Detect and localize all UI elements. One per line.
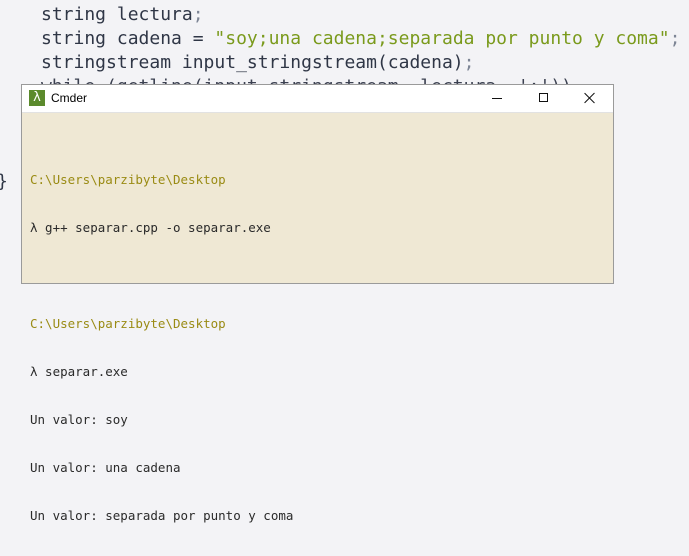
code-keyword: string	[41, 28, 107, 49]
code-closing-brace: }	[0, 170, 8, 194]
code-line-3: stringstream input_stringstream(cadena);	[41, 51, 475, 75]
code-punctuation: ;	[669, 28, 681, 49]
command-line: λ g++ separar.cpp -o separar.exe	[30, 220, 271, 235]
prompt-path: C:\Users\parzibyte\Desktop	[30, 316, 226, 331]
code-string-literal: "soy;una cadena;separada por punto y com…	[214, 28, 670, 49]
output-line: Un valor: separada por punto y coma	[30, 508, 294, 523]
code-text: cadena =	[106, 28, 215, 49]
window-titlebar[interactable]: λ Cmder	[22, 85, 613, 113]
window-title: Cmder	[51, 91, 88, 105]
maximize-icon	[539, 93, 548, 102]
cmder-window[interactable]: λ Cmder C:\Users\parzibyte\Desktop λ g++…	[21, 84, 614, 523]
lambda-icon: λ	[29, 90, 45, 106]
prompt-path: C:\Users\parzibyte\Desktop	[30, 172, 226, 187]
minimize-icon	[492, 98, 502, 99]
code-punctuation: ;	[192, 4, 204, 25]
close-icon	[584, 92, 596, 104]
console-output[interactable]: C:\Users\parzibyte\Desktop λ g++ separar…	[30, 140, 293, 556]
minimize-button[interactable]	[475, 85, 521, 112]
code-text: lectura	[106, 4, 193, 25]
code-keyword: stringstream	[41, 52, 172, 73]
code-line-1: string lectura;	[41, 3, 204, 27]
output-line: Un valor: soy	[30, 412, 128, 427]
code-line-2: string cadena = "soy;una cadena;separada…	[41, 27, 680, 51]
code-text: input_stringstream(cadena)	[171, 52, 464, 73]
close-button[interactable]	[567, 85, 613, 112]
code-punctuation: ;	[463, 52, 475, 73]
output-line: Un valor: una cadena	[30, 460, 181, 475]
code-keyword: string	[41, 4, 107, 25]
command-line: λ separar.exe	[30, 364, 128, 379]
maximize-button[interactable]	[521, 85, 567, 112]
